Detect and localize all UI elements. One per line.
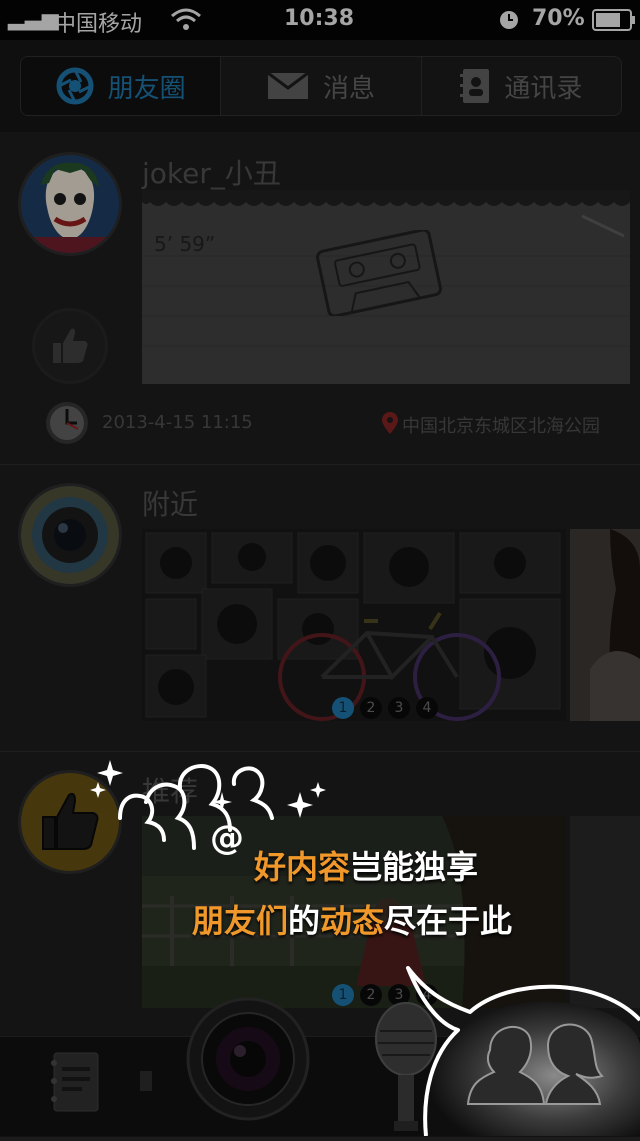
- feed-post[interactable]: 附近 1 2 3 4: [0, 465, 640, 752]
- toolbar-divider: [140, 1071, 152, 1091]
- battery-percent: 70%: [532, 6, 585, 31]
- tab-messages[interactable]: 消息: [221, 57, 422, 115]
- camera-shutter-button[interactable]: [186, 997, 310, 1121]
- joker-face-icon: [21, 155, 119, 253]
- feed-post[interactable]: joker_小丑 5’ 59” 2013-4-15 11:15 中国北京东城区北…: [0, 132, 640, 465]
- tab-contacts[interactable]: 通讯录: [422, 57, 621, 115]
- speakers-bicycle-photo: [142, 529, 566, 721]
- like-button[interactable]: [32, 308, 108, 384]
- battery-icon: [592, 9, 635, 31]
- avatar[interactable]: [18, 483, 122, 587]
- promo-line-1: 好内容岂能独享: [254, 842, 478, 888]
- notebook-icon[interactable]: [48, 1051, 100, 1115]
- carousel-pager[interactable]: 1 2 3 4: [332, 697, 438, 719]
- carousel-next-photo[interactable]: [570, 529, 640, 721]
- envelope-icon: [267, 72, 309, 99]
- nearby-section-title[interactable]: 附近: [142, 483, 198, 523]
- promo-highlight-1: 好内容: [254, 848, 351, 886]
- pager-dot-1[interactable]: 1: [332, 984, 354, 1006]
- audio-note-card[interactable]: 5’ 59”: [142, 190, 630, 384]
- girl-portrait-photo: [570, 529, 640, 721]
- pager-dot-4[interactable]: 4: [416, 697, 438, 719]
- post-author-name[interactable]: joker_小丑: [142, 152, 281, 192]
- tab-messages-label: 消息: [322, 73, 375, 104]
- promo-text-1: 岂能独享: [350, 848, 479, 886]
- promo-line-2: 朋友们的动态尽在于此: [192, 896, 512, 942]
- aperture-icon: [56, 67, 94, 105]
- segmented-tab-bar: 朋友圈 消息 通讯录: [0, 40, 640, 132]
- photo-carousel[interactable]: 1 2 3 4: [142, 529, 566, 721]
- carrier-label: 中国移动: [54, 12, 143, 37]
- promo-text-3: 尽在于此: [384, 902, 513, 940]
- pager-dot-2[interactable]: 2: [360, 697, 382, 719]
- alarm-clock-icon: [500, 11, 518, 29]
- audio-duration: 5’ 59”: [154, 232, 216, 256]
- promo-text-2: 的: [288, 902, 321, 940]
- post-timestamp: 2013-4-15 11:15: [102, 412, 253, 433]
- pager-dot-1[interactable]: 1: [332, 697, 354, 719]
- post-location[interactable]: 中国北京东城区北海公园: [402, 412, 600, 438]
- signal-icon: ▂▃▅: [8, 6, 59, 31]
- clock: 10:38: [284, 6, 355, 31]
- camera-lens-icon: [21, 486, 119, 584]
- clock-icon: [46, 402, 88, 444]
- at-symbol: @: [210, 818, 244, 858]
- contacts-book-icon: [460, 69, 490, 103]
- pager-dot-3[interactable]: 3: [388, 697, 410, 719]
- avatar[interactable]: [18, 152, 122, 256]
- status-bar: ▂▃▅ 中国移动 10:38 70%: [0, 0, 640, 40]
- promo-highlight-3: 动态: [320, 902, 385, 940]
- tab-moments[interactable]: 朋友圈: [21, 57, 222, 115]
- friends-speech-bubble[interactable]: [398, 954, 640, 1136]
- promo-highlight-2: 朋友们: [192, 902, 289, 940]
- wifi-icon: [171, 8, 201, 30]
- tab-contacts-label: 通讯录: [504, 73, 583, 104]
- location-pin-icon: [382, 412, 398, 434]
- cassette-tape-icon[interactable]: [314, 230, 444, 316]
- tab-moments-label: 朋友圈: [107, 73, 186, 104]
- thumbs-up-icon: [53, 328, 88, 363]
